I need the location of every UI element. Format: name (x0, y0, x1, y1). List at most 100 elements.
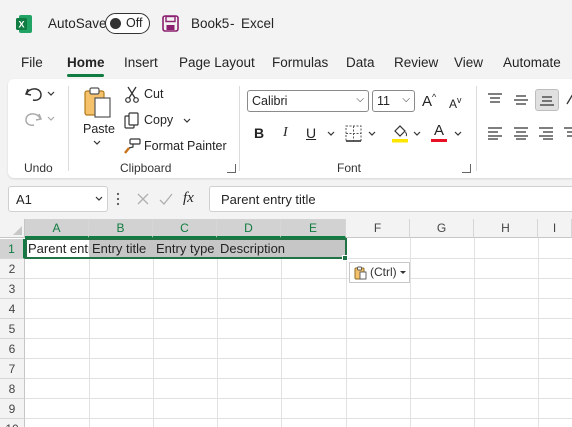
column-header[interactable]: D (217, 219, 281, 238)
column-header[interactable]: B (89, 219, 153, 238)
underline-dropdown-chevron-icon[interactable] (327, 131, 335, 137)
name-box[interactable]: A1 (8, 186, 108, 212)
autosave-label: AutoSave (48, 16, 107, 31)
grow-glyph: A (422, 93, 433, 110)
gridline (25, 378, 572, 379)
svg-text:X: X (18, 20, 24, 30)
gridline (25, 278, 572, 279)
copy-dropdown-chevron-icon[interactable] (183, 118, 191, 124)
group-divider (68, 86, 69, 171)
tab-insert[interactable]: Insert (124, 55, 158, 70)
align-top-icon[interactable] (487, 92, 503, 106)
bold-button[interactable]: B (254, 125, 264, 141)
tab-formulas[interactable]: Formulas (272, 55, 328, 70)
font-size-value: 11 (377, 94, 390, 108)
font-dialog-launcher-icon[interactable] (462, 164, 471, 173)
tab-view[interactable]: View (454, 55, 483, 70)
gridline (25, 318, 572, 319)
chevron-down-icon: ⌵ (356, 94, 364, 105)
autosave-toggle[interactable]: Off (105, 13, 150, 34)
column-header[interactable]: E (281, 219, 346, 238)
workbook-name: Book5 (191, 16, 230, 31)
increase-font-size-button[interactable]: A^ (422, 92, 436, 110)
tab-page-layout[interactable]: Page Layout (179, 55, 255, 70)
row-header[interactable]: 9 (0, 399, 25, 419)
paste-icon[interactable] (83, 86, 113, 120)
format-painter-icon[interactable] (124, 138, 141, 154)
format-painter-button[interactable]: Format Painter (144, 139, 227, 153)
decrease-font-size-button[interactable]: Av (449, 95, 462, 111)
clipboard-dialog-launcher-icon[interactable] (227, 164, 236, 173)
align-left-icon[interactable] (487, 126, 503, 140)
column-header[interactable]: C (153, 219, 217, 238)
insert-function-button[interactable]: fx (183, 190, 194, 207)
column-header[interactable]: F (346, 219, 410, 238)
redo-icon[interactable] (23, 110, 57, 128)
save-icon[interactable] (162, 15, 179, 32)
gridline (25, 358, 572, 359)
confirm-entry-icon[interactable] (158, 191, 174, 207)
paste-options-label: (Ctrl) (370, 265, 397, 279)
copy-button[interactable]: Copy (144, 113, 173, 127)
underline-button[interactable]: U (306, 125, 316, 141)
row-header[interactable]: 1 (0, 239, 25, 259)
tab-automate[interactable]: Automate (503, 55, 561, 70)
chevron-down-icon (400, 271, 406, 274)
row-header[interactable]: 3 (0, 279, 25, 299)
font-size-combo[interactable]: 11 ⌵ (372, 90, 415, 112)
row-header[interactable]: 10 (0, 419, 25, 427)
paste-dropdown-chevron-icon[interactable] (93, 140, 101, 146)
row-header[interactable]: 2 (0, 259, 25, 279)
orientation-icon[interactable] (565, 92, 572, 106)
tab-file[interactable]: File (21, 55, 43, 70)
paste-button[interactable]: Paste (83, 122, 115, 136)
formula-input[interactable]: Parent entry title (209, 186, 572, 212)
shrink-glyph: A (449, 97, 458, 111)
font-color-button[interactable]: A (434, 122, 444, 139)
group-divider (239, 86, 240, 171)
align-bottom-button[interactable] (535, 89, 559, 111)
gridline (25, 298, 572, 299)
align-right-icon[interactable] (538, 126, 554, 140)
cancel-entry-icon[interactable] (135, 191, 151, 207)
toggle-knob (110, 18, 121, 29)
select-all-corner[interactable] (0, 219, 25, 238)
row-header[interactable]: 5 (0, 319, 25, 339)
app-name: Excel (241, 16, 275, 31)
selection-border (25, 238, 347, 259)
fill-color-dropdown-chevron-icon[interactable] (413, 131, 421, 137)
paste-options-button[interactable]: (Ctrl) (349, 262, 410, 283)
group-divider (476, 86, 477, 171)
font-family-combo[interactable]: Calibri ⌵ (247, 90, 369, 112)
cut-icon[interactable] (124, 86, 140, 103)
row-header[interactable]: 6 (0, 339, 25, 359)
font-group-label: Font (337, 161, 362, 175)
column-header[interactable]: H (474, 219, 538, 238)
borders-dropdown-chevron-icon[interactable] (368, 131, 376, 137)
tab-review[interactable]: Review (394, 55, 438, 70)
tab-home[interactable]: Home (67, 55, 105, 70)
undo-icon[interactable] (23, 85, 57, 103)
paste-options-icon (354, 266, 367, 280)
column-header[interactable]: A (25, 219, 89, 238)
indent-icon[interactable] (563, 126, 572, 140)
row-header[interactable]: 8 (0, 379, 25, 399)
title-separator: - (230, 16, 235, 31)
borders-icon[interactable] (345, 125, 362, 142)
row-header[interactable]: 7 (0, 359, 25, 379)
column-header[interactable]: I (538, 219, 572, 238)
fill-color-icon[interactable] (391, 123, 409, 143)
clipboard-group-label: Clipboard (120, 161, 172, 175)
column-header[interactable]: G (410, 219, 474, 238)
font-color-dropdown-chevron-icon[interactable] (454, 131, 462, 137)
cut-button[interactable]: Cut (144, 87, 163, 101)
copy-icon[interactable] (124, 112, 141, 129)
autosave-state: Off (126, 16, 143, 30)
italic-button[interactable]: I (283, 125, 288, 141)
more-options-icon[interactable] (116, 192, 120, 206)
fill-handle[interactable] (342, 255, 348, 261)
tab-data[interactable]: Data (346, 55, 375, 70)
align-middle-icon[interactable] (513, 93, 529, 107)
row-header[interactable]: 4 (0, 299, 25, 319)
align-center-icon[interactable] (513, 126, 529, 140)
